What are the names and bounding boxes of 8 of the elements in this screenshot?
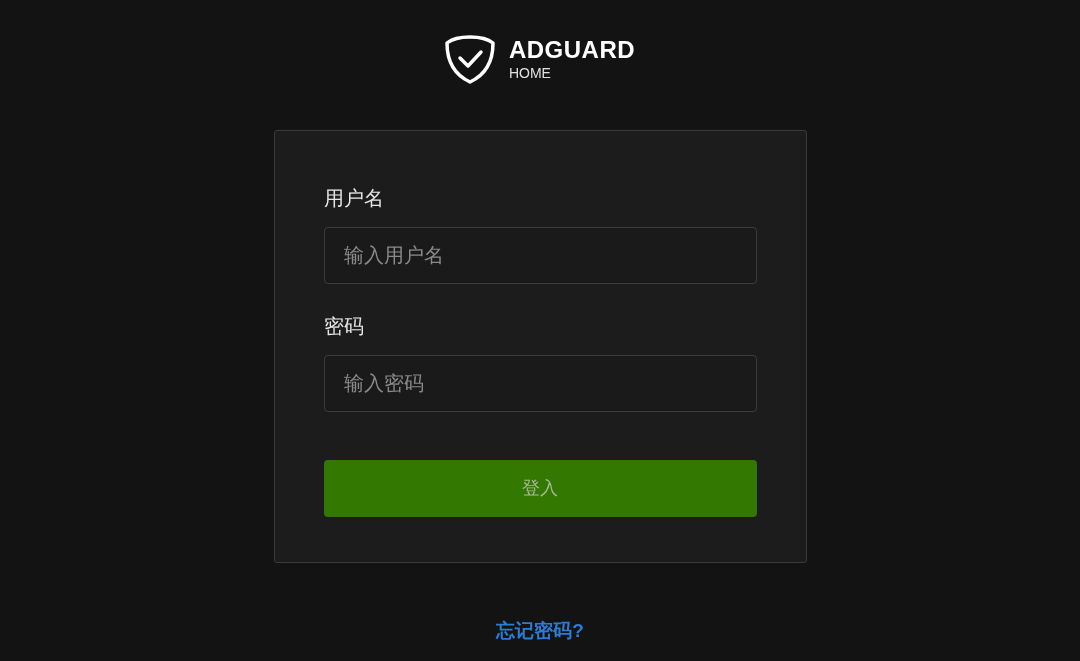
input-field[interactable]: 输入用户名 [323, 227, 757, 284]
logo-wordmark: ADGUARD [508, 38, 636, 62]
logo-subtitle: HOME [508, 66, 552, 80]
forgot-password-link[interactable]: 忘记密码? [496, 617, 584, 646]
field-label: 密码 [323, 314, 365, 339]
input-field[interactable]: 输入密码 [323, 355, 757, 412]
field-label: 用户名 [323, 186, 385, 211]
shield-check-icon [444, 34, 495, 84]
